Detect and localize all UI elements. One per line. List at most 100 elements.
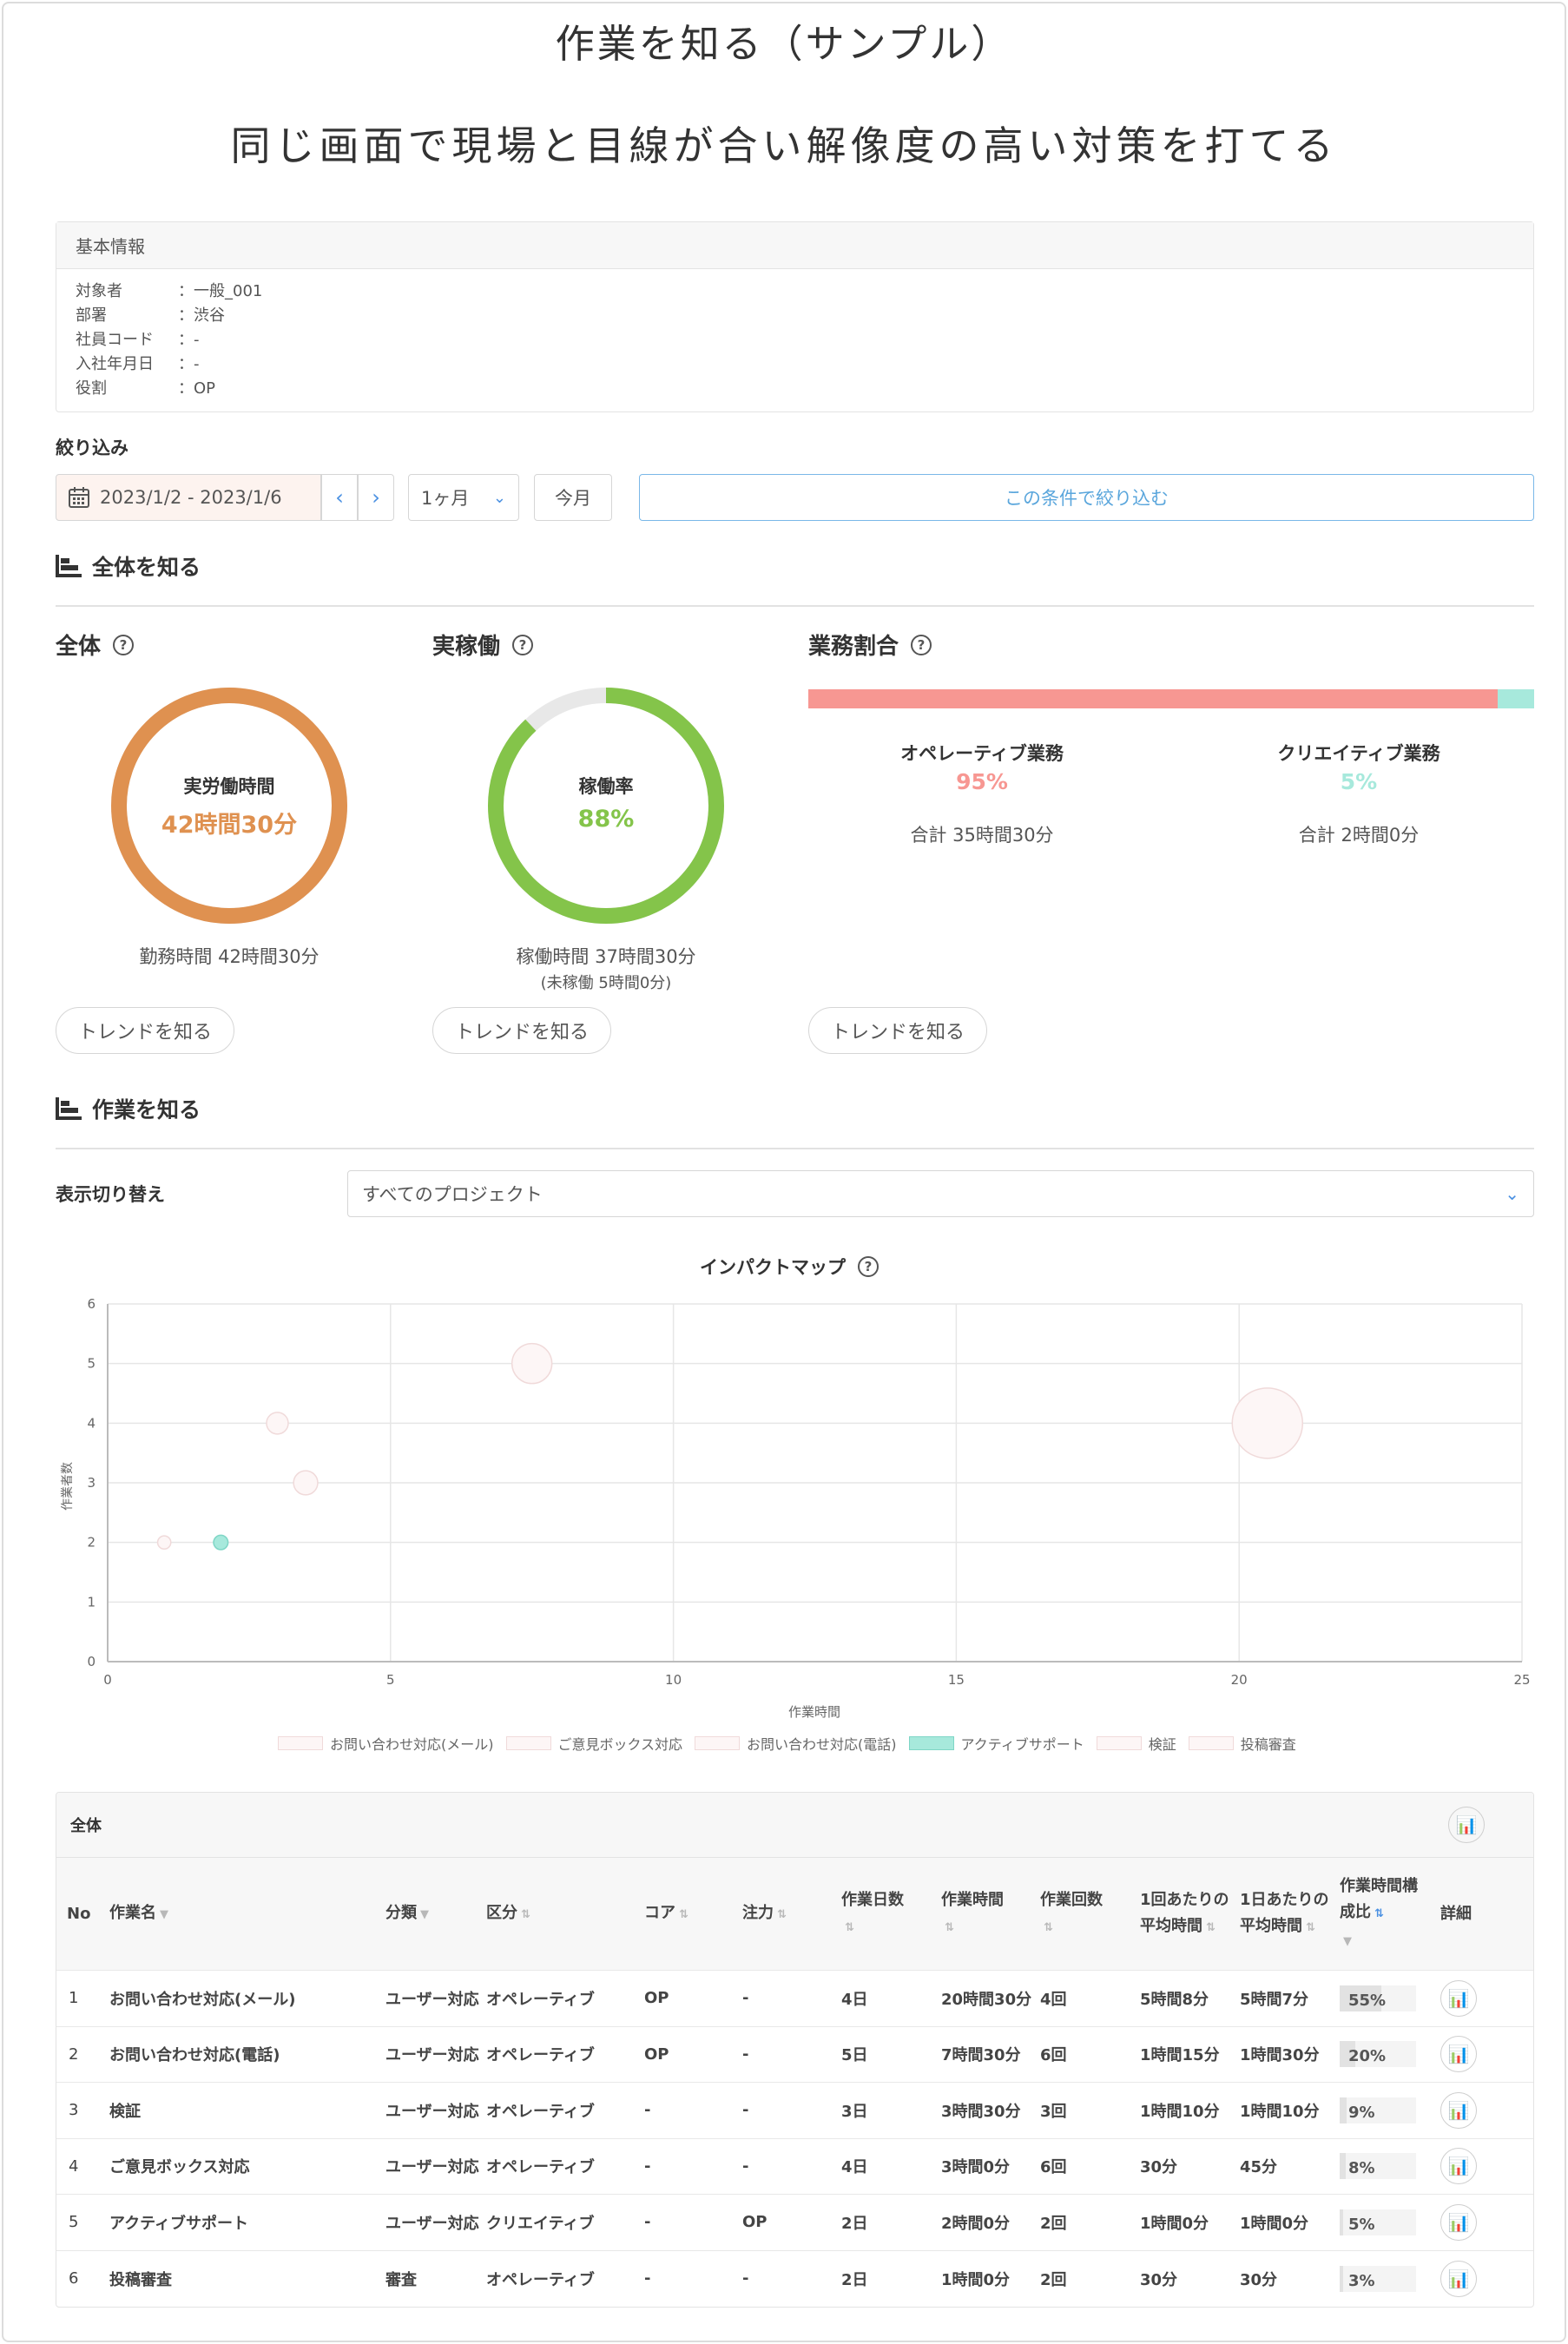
- cell-no: 4: [56, 2137, 104, 2195]
- cell-ratio: 3%: [1334, 2249, 1435, 2307]
- legend-item[interactable]: お問い合わせ対応(メール): [278, 1733, 494, 1754]
- filter-label: 絞り込み: [56, 438, 128, 458]
- legend-item[interactable]: アクティブサポート: [908, 1733, 1084, 1754]
- bar-chart-icon: 📊: [1447, 2156, 1470, 2177]
- col-avg-per[interactable]: 1回あたりの平均時間 ⇅: [1135, 1857, 1235, 1971]
- col-category[interactable]: 分類 ▼: [380, 1857, 481, 1971]
- cell-time: 7時間30分: [936, 2025, 1035, 2083]
- sort-icon[interactable]: ⇅: [1374, 1907, 1384, 1920]
- sort-icon[interactable]: ⇅: [1044, 1921, 1053, 1934]
- ratio-bar: 20%: [1340, 2041, 1416, 2068]
- col-avg-day-label: 1日あたりの平均時間: [1240, 1890, 1329, 1935]
- col-category-label: 分類: [385, 1903, 417, 1922]
- help-icon[interactable]: ?: [858, 1256, 879, 1277]
- info-value: ：一般_001: [178, 282, 263, 300]
- col-avg-per-label: 1回あたりの平均時間: [1140, 1890, 1229, 1935]
- col-avg-day[interactable]: 1日あたりの平均時間 ⇅: [1235, 1857, 1334, 1971]
- next-button[interactable]: ›: [358, 474, 394, 521]
- col-name[interactable]: 作業名 ▼: [104, 1857, 380, 1971]
- col-division[interactable]: 区分 ⇅: [481, 1857, 639, 1971]
- active-title: 実稼働?: [432, 629, 534, 661]
- help-icon[interactable]: ?: [113, 634, 135, 655]
- bubble-point[interactable]: [293, 1470, 319, 1496]
- cell-days: 3日: [836, 2082, 936, 2138]
- filter-icon[interactable]: ▼: [1343, 1935, 1352, 1948]
- col-time[interactable]: 作業時間 ⇅: [936, 1857, 1035, 1971]
- sort-icon[interactable]: ⇅: [1306, 1921, 1315, 1934]
- x-tick-label: 25: [1513, 1672, 1530, 1688]
- col-core[interactable]: コア ⇅: [639, 1857, 737, 1971]
- date-range-picker[interactable]: 2023/1/2 - 2023/1/6: [56, 474, 321, 521]
- chevron-down-icon: ⌄: [1505, 1183, 1519, 1204]
- this-month-button[interactable]: 今月: [534, 474, 612, 521]
- col-ratio[interactable]: 作業時間構成比 ⇅ ▼: [1334, 1857, 1435, 1971]
- filter-icon[interactable]: ▼: [160, 1908, 168, 1921]
- cell-detail: 📊: [1435, 2137, 1533, 2195]
- sort-icon[interactable]: ⇅: [1206, 1921, 1216, 1934]
- legend-item[interactable]: ご意見ボックス対応: [505, 1733, 683, 1754]
- filter-icon[interactable]: ▼: [420, 1908, 429, 1921]
- chevron-right-icon: ›: [372, 485, 380, 510]
- legend-label: アクティブサポート: [960, 1736, 1084, 1753]
- col-focus[interactable]: 注力 ⇅: [737, 1857, 836, 1971]
- chart-title-wrap: インパクトマップ?: [700, 1254, 879, 1280]
- operative-pct: 95%: [956, 769, 1008, 794]
- cell-division: オペレーティブ: [481, 2137, 639, 2195]
- cell-time: 20時間30分: [936, 1970, 1035, 2026]
- cell-core: OP: [639, 2025, 737, 2083]
- ratio-bar: 9%: [1340, 2097, 1416, 2123]
- help-icon[interactable]: ?: [911, 634, 932, 655]
- bar-chart-icon: 📊: [1447, 1987, 1470, 2009]
- cell-detail: 📊: [1435, 2194, 1533, 2250]
- sort-icon[interactable]: ⇅: [845, 1921, 854, 1934]
- cell-avg-day: 45分: [1235, 2137, 1334, 2195]
- detail-button[interactable]: 📊: [1440, 2148, 1477, 2185]
- help-icon[interactable]: ?: [512, 634, 534, 655]
- period-select[interactable]: 1ヶ月 ⌄: [408, 474, 519, 521]
- cell-time: 3時間0分: [936, 2137, 1035, 2195]
- cell-division: オペレーティブ: [481, 2025, 639, 2083]
- cell-core: -: [639, 2137, 737, 2195]
- active-center-value: 88%: [577, 806, 635, 833]
- trend-button-ratio[interactable]: トレンドを知る: [808, 1007, 987, 1054]
- prev-button[interactable]: ‹: [321, 474, 358, 521]
- cell-focus: -: [737, 2025, 836, 2083]
- bubble-point[interactable]: [511, 1342, 553, 1385]
- info-value: ：-: [178, 355, 200, 373]
- detail-button[interactable]: 📊: [1440, 1979, 1477, 2017]
- cell-count: 4回: [1035, 1970, 1135, 2026]
- bubble-point[interactable]: [213, 1534, 229, 1551]
- col-count[interactable]: 作業回数 ⇅: [1035, 1857, 1135, 1971]
- sort-icon[interactable]: ⇅: [945, 1921, 954, 1934]
- project-select[interactable]: すべてのプロジェクト ⌄: [347, 1170, 1534, 1217]
- col-days[interactable]: 作業日数 ⇅: [836, 1857, 936, 1971]
- cell-focus: OP: [737, 2194, 836, 2250]
- legend-label: 投稿審査: [1240, 1736, 1296, 1753]
- sort-icon[interactable]: ⇅: [521, 1908, 530, 1921]
- cell-days: 2日: [836, 2194, 936, 2250]
- trend-button-active[interactable]: トレンドを知る: [432, 1007, 611, 1054]
- legend-item[interactable]: お問い合わせ対応(電話): [695, 1733, 897, 1754]
- legend-item[interactable]: 検証: [1096, 1733, 1176, 1754]
- bubble-point[interactable]: [156, 1535, 172, 1551]
- legend-label: ご意見ボックス対応: [557, 1736, 683, 1753]
- chart-button[interactable]: 📊: [1448, 1807, 1485, 1843]
- ratio-bar: 8%: [1340, 2153, 1416, 2180]
- detail-button[interactable]: 📊: [1440, 2260, 1477, 2297]
- detail-button[interactable]: 📊: [1440, 2203, 1477, 2241]
- bubble-point[interactable]: [1231, 1387, 1304, 1459]
- cell-detail: 📊: [1435, 2025, 1533, 2083]
- bubble-point[interactable]: [266, 1412, 289, 1435]
- impact-map-chart: 0 5 10 15 20 25 0 1 2 3 4 5 6 作業時間 作業者数: [61, 1296, 1531, 1720]
- trend-button-total[interactable]: トレンドを知る: [56, 1007, 234, 1054]
- col-days-label: 作業日数: [841, 1890, 904, 1909]
- sort-icon[interactable]: ⇅: [679, 1908, 688, 1921]
- cell-count: 2回: [1035, 2249, 1135, 2307]
- detail-button[interactable]: 📊: [1440, 2036, 1477, 2073]
- sort-icon[interactable]: ⇅: [777, 1908, 787, 1921]
- cell-category: ユーザー対応: [380, 2025, 481, 2083]
- apply-filter-button[interactable]: この条件で絞り込む: [639, 474, 1534, 521]
- legend-item[interactable]: 投稿審査: [1188, 1733, 1296, 1754]
- cell-no: 6: [56, 2249, 104, 2307]
- detail-button[interactable]: 📊: [1440, 2091, 1477, 2129]
